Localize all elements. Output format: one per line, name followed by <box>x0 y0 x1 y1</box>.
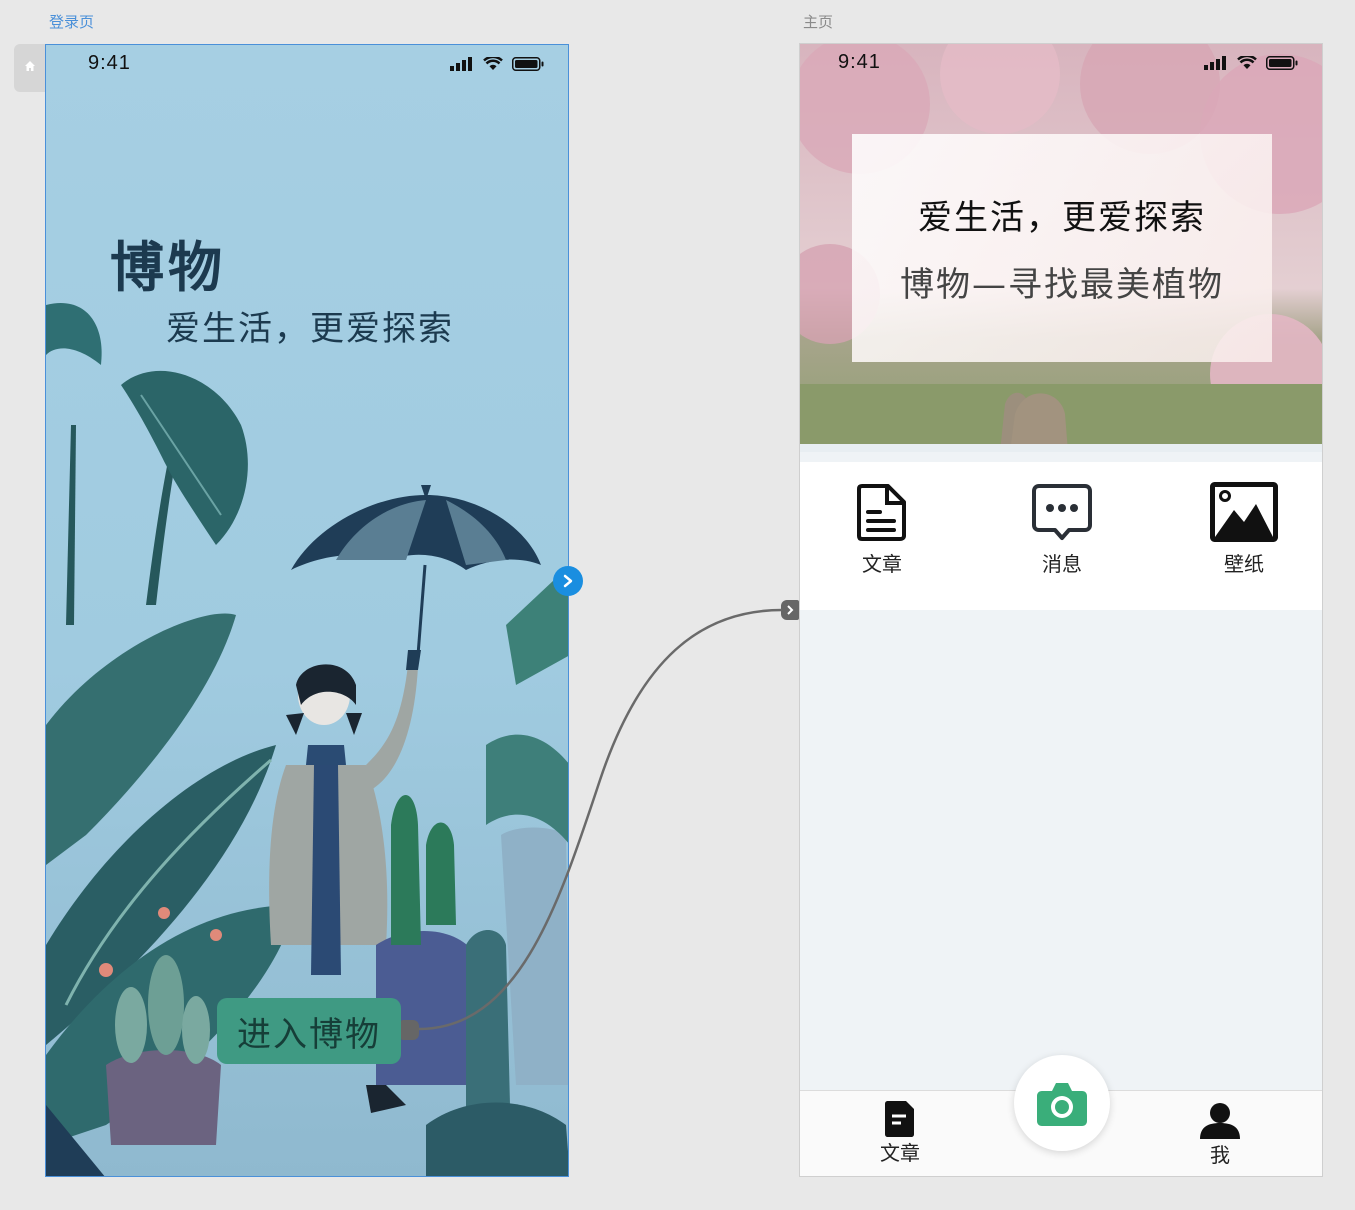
home-status-bar: 9:41 <box>800 44 1322 84</box>
quick-action-message-label: 消息 <box>1042 552 1082 576</box>
signal-icon <box>449 57 472 71</box>
quick-action-article-label: 文章 <box>862 552 902 576</box>
image-icon <box>1210 482 1278 542</box>
hero-subtitle: 博物—寻找最美植物 <box>900 265 1224 305</box>
quick-action-wallpaper[interactable]: 壁纸 <box>1184 482 1304 577</box>
hero-slogan: 爱生活，更爱探索 <box>918 198 1206 238</box>
signal-icon <box>1203 56 1226 70</box>
artboard-label-login[interactable]: 登录页 <box>49 11 94 32</box>
quick-action-wallpaper-label: 壁纸 <box>1224 552 1264 576</box>
quick-actions: 文章 消息 壁纸 <box>800 462 1322 610</box>
home-artboard[interactable]: 9:41 爱生活，更爱探索 博物—寻找最美植物 文章 消息 壁纸 文章 我 <box>799 43 1323 1177</box>
tab-article-label: 文章 <box>880 1141 920 1165</box>
home-status-icons <box>1203 54 1298 74</box>
battery-icon <box>512 57 544 71</box>
quick-action-article[interactable]: 文章 <box>822 482 942 577</box>
login-slogan: 爱生活，更爱探索 <box>166 309 454 349</box>
login-artboard[interactable]: 9:41 博物 爱生活，更爱探索 进入博物 <box>45 44 569 1177</box>
flow-next-button[interactable] <box>553 566 583 596</box>
message-icon <box>1032 484 1092 540</box>
login-title: 博物 <box>110 236 226 299</box>
home-icon <box>25 61 35 71</box>
status-time: 9:41 <box>88 52 131 74</box>
chevron-right-icon <box>787 605 794 615</box>
status-bar: 9:41 <box>46 45 568 85</box>
battery-icon <box>1266 56 1298 70</box>
article-icon <box>885 1101 914 1137</box>
camera-button[interactable] <box>1014 1055 1110 1151</box>
wifi-icon <box>1237 54 1257 69</box>
enter-museum-button[interactable]: 进入博物 <box>217 998 401 1064</box>
quick-action-message[interactable]: 消息 <box>1002 482 1122 577</box>
link-handle[interactable] <box>401 1020 419 1040</box>
user-icon <box>1200 1103 1240 1139</box>
status-icons <box>449 55 544 75</box>
home-status-time: 9:41 <box>838 51 881 73</box>
document-icon <box>857 484 906 541</box>
connector-target-handle[interactable] <box>781 600 799 620</box>
wifi-icon <box>483 55 503 70</box>
artboard-label-home[interactable]: 主页 <box>803 11 833 32</box>
hero-card: 爱生活，更爱探索 博物—寻找最美植物 <box>852 134 1272 362</box>
camera-icon <box>1037 1083 1087 1126</box>
home-start-tab[interactable] <box>14 44 46 92</box>
tab-article[interactable]: 文章 <box>850 1101 950 1166</box>
chevron-right-icon <box>563 574 573 588</box>
tab-me-label: 我 <box>1210 1143 1230 1167</box>
tab-me[interactable]: 我 <box>1170 1103 1270 1168</box>
hero-banner: 9:41 爱生活，更爱探索 博物—寻找最美植物 <box>800 44 1322 452</box>
